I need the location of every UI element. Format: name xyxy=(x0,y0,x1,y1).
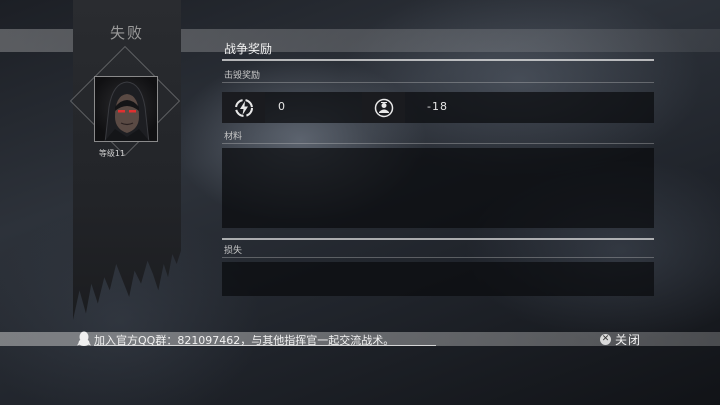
close-label: 关闭 xyxy=(615,333,642,347)
result-title: 失败 xyxy=(109,24,144,42)
commander-rank-icon xyxy=(362,92,405,123)
materials-box xyxy=(222,148,654,228)
close-icon: ✕ xyxy=(600,334,611,345)
reward-value-rank: -18 xyxy=(427,100,448,113)
close-button[interactable]: ✕ 关闭 xyxy=(600,332,641,347)
loss-label: 损失 xyxy=(224,246,243,256)
commander-portrait xyxy=(94,76,158,142)
reward-row: 0 -18 xyxy=(222,92,654,123)
commander-level: 等级11 xyxy=(98,149,126,158)
energy-bolt-icon xyxy=(222,92,265,123)
reward-value-energy: 0 xyxy=(278,100,286,113)
loss-top-divider xyxy=(222,238,654,240)
destroy-reward-divider xyxy=(222,82,654,83)
loss-box xyxy=(222,262,654,296)
loss-divider xyxy=(222,257,654,258)
panel-title: 战争奖励 xyxy=(224,42,273,56)
materials-divider xyxy=(222,143,654,144)
materials-label: 材料 xyxy=(224,132,243,142)
destroy-reward-label: 击毁奖励 xyxy=(224,71,261,81)
qq-penguin-icon xyxy=(77,331,91,347)
title-divider xyxy=(222,59,654,61)
qq-link-underline xyxy=(94,345,436,346)
